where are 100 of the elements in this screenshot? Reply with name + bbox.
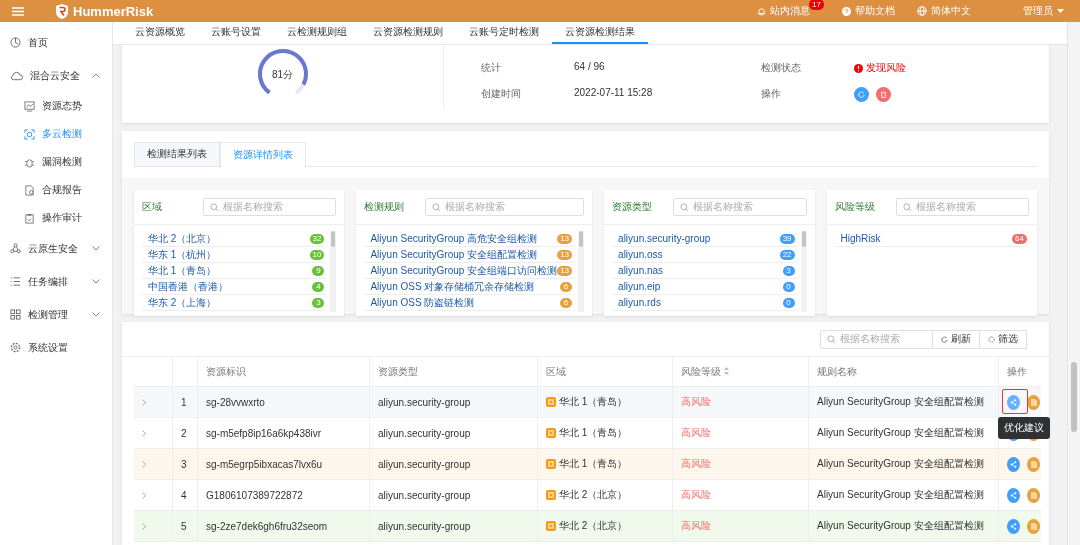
count-badge: 6: [560, 281, 573, 292]
field-value: 2022-07-11 15:28: [574, 87, 654, 100]
count-badge: 22: [779, 249, 795, 260]
resource-id: G1806107389722872: [206, 489, 303, 501]
count-badge: 10: [309, 249, 325, 260]
region-name: 华北 1（青岛）: [559, 426, 628, 440]
region-name: 华北 1（青岛）: [559, 395, 628, 409]
status-value: 发现风险: [866, 61, 906, 75]
list-tab[interactable]: 检测结果列表: [134, 142, 220, 166]
field-label: 创建时间: [481, 87, 522, 101]
filter-option[interactable]: Aliyun OSS 对象存储桶冗余存储检测: [370, 279, 535, 294]
column-header: 资源标识: [206, 365, 246, 377]
filter-option[interactable]: aliyun.rds: [618, 297, 661, 308]
message-count-badge: 17: [809, 0, 824, 10]
sidebar-item[interactable]: 任务编排: [28, 274, 85, 289]
count-badge: 6: [560, 297, 573, 308]
filter-option[interactable]: 华北 2（北京）: [148, 231, 217, 246]
filter-option[interactable]: aliyun.eip: [618, 281, 661, 292]
filter-title: 检测规则: [364, 200, 406, 214]
nav-tab[interactable]: 云资源概览: [122, 22, 198, 44]
column-header: 资源类型: [378, 365, 418, 377]
filter-option[interactable]: aliyun.security-group: [618, 233, 711, 244]
risk-level: 高风险: [681, 520, 711, 531]
column-header[interactable]: 风险等级: [681, 365, 721, 377]
rule-name: Aliyun SecurityGroup 安全组配置检测: [817, 427, 984, 438]
row-index: 1: [181, 396, 187, 408]
filter-option[interactable]: 华北 1（青岛）: [148, 263, 217, 278]
count-badge: 0: [782, 297, 795, 308]
sidebar-subitem[interactable]: 操作审计: [42, 211, 82, 225]
field-label: 操作: [761, 87, 782, 101]
risk-level: 高风险: [681, 489, 711, 500]
sidebar-subitem[interactable]: 合规报告: [42, 183, 82, 197]
count-badge: 32: [309, 233, 325, 244]
rule-name: Aliyun SecurityGroup 安全组配置检测: [817, 396, 984, 407]
filter-title: 资源类型: [612, 200, 654, 214]
count-badge: 4: [312, 281, 325, 292]
rule-name: Aliyun SecurityGroup 安全组配置检测: [817, 458, 984, 469]
filter-option[interactable]: Aliyun OSS 防盗链检测: [370, 295, 475, 310]
row-index: 2: [181, 427, 187, 439]
filter-option[interactable]: aliyun.nas: [618, 265, 664, 276]
nav-tab[interactable]: 云资源检测规则: [360, 22, 456, 44]
sidebar-subitem[interactable]: 资源态势: [42, 99, 82, 113]
count-badge: 0: [782, 281, 795, 292]
table-row[interactable]: 3 sg-m5egrp5ibxacas7lvx6u aliyun.security-group 华北 1（青岛） 高风险 Aliyun SecurityGroup 安全组配置检测: [134, 448, 1041, 480]
resource-type: aliyun.security-group: [378, 396, 471, 408]
filter-title: 区域: [142, 200, 163, 214]
resource-type: aliyun.security-group: [378, 520, 471, 532]
column-header: 操作: [1007, 365, 1027, 377]
filter-option[interactable]: 中国香港（香港）: [148, 279, 228, 294]
resource-id: sg-m5efp8ip16a6kp438ivr: [206, 427, 322, 439]
resource-type: aliyun.security-group: [378, 458, 471, 470]
count-badge: 13: [557, 249, 573, 260]
nav-tab[interactable]: 云账号定时检测: [456, 22, 552, 44]
sidebar-subitem[interactable]: 漏洞检测: [42, 155, 82, 169]
risk-level: 高风险: [681, 427, 711, 438]
risk-level: 高风险: [681, 396, 711, 407]
filter-option[interactable]: aliyun.oss: [618, 249, 663, 260]
field-label: 检测状态: [761, 61, 802, 75]
row-index: 5: [181, 520, 187, 532]
nav-tab[interactable]: 云检测规则组: [274, 22, 360, 44]
column-header: 区域: [546, 365, 566, 377]
region-name: 华北 2（北京）: [559, 488, 628, 502]
column-header: 规则名称: [817, 365, 857, 377]
resource-id: sg-m5egrp5ibxacas7lvx6u: [206, 458, 323, 470]
count-badge: 3: [782, 265, 795, 276]
field-value: 64 / 96: [574, 61, 606, 74]
field-label: 统计: [481, 61, 502, 75]
score-value: 81分: [270, 68, 295, 82]
filter-title: 风险等级: [834, 200, 876, 214]
table-row[interactable]: 4 G1806107389722872 aliyun.security-group 华北 2（北京） 高风险 Aliyun SecurityGroup 安全组配置检测: [134, 479, 1041, 511]
sidebar-item[interactable]: 系统设置: [28, 340, 112, 355]
nav-tab[interactable]: 云账号设置: [198, 22, 274, 44]
app-logo-text: HummerRisk: [73, 3, 154, 19]
sidebar-item[interactable]: 云原生安全: [28, 241, 85, 256]
region-name: 华北 1（青岛）: [559, 457, 628, 471]
row-index: 3: [181, 458, 187, 470]
filter-option[interactable]: Aliyun SecurityGroup 安全组端口访问检测: [370, 263, 558, 278]
filter-option[interactable]: 华东 2（上海）: [148, 295, 217, 310]
tooltip: 优化建议: [998, 416, 1050, 439]
resource-type: aliyun.security-group: [378, 427, 471, 439]
sidebar-item[interactable]: 首页: [28, 35, 112, 50]
resource-id: sg-2ze7dek6gh6fru32seom: [206, 520, 328, 532]
filter-option[interactable]: HighRisk: [840, 233, 881, 244]
filter-option[interactable]: 华东 1（杭州）: [148, 247, 217, 262]
rule-name: Aliyun SecurityGroup 安全组配置检测: [817, 489, 984, 500]
filter-option[interactable]: Aliyun SecurityGroup 高危安全组检测: [370, 231, 538, 246]
row-index: 4: [181, 489, 187, 501]
sidebar-item[interactable]: 检测管理: [28, 307, 85, 322]
sidebar-item[interactable]: 混合云安全: [30, 68, 85, 83]
count-badge: 3: [312, 297, 325, 308]
filter-button[interactable]: 筛选: [979, 329, 1027, 349]
count-badge: 13: [557, 265, 573, 276]
count-badge: 9: [312, 265, 325, 276]
risk-level: 高风险: [681, 458, 711, 469]
count-badge: 13: [557, 233, 573, 244]
refresh-button[interactable]: 刷新: [932, 329, 980, 349]
table-row[interactable]: 5 sg-2ze7dek6gh6fru32seom aliyun.security-group 华北 2（北京） 高风险 Aliyun SecurityGroup 安全组配置检测: [134, 510, 1041, 542]
count-badge: 64: [1012, 233, 1027, 244]
resource-id: sg-28vvwxrto: [206, 396, 265, 408]
filter-option[interactable]: Aliyun SecurityGroup 安全组配置检测: [370, 247, 538, 262]
